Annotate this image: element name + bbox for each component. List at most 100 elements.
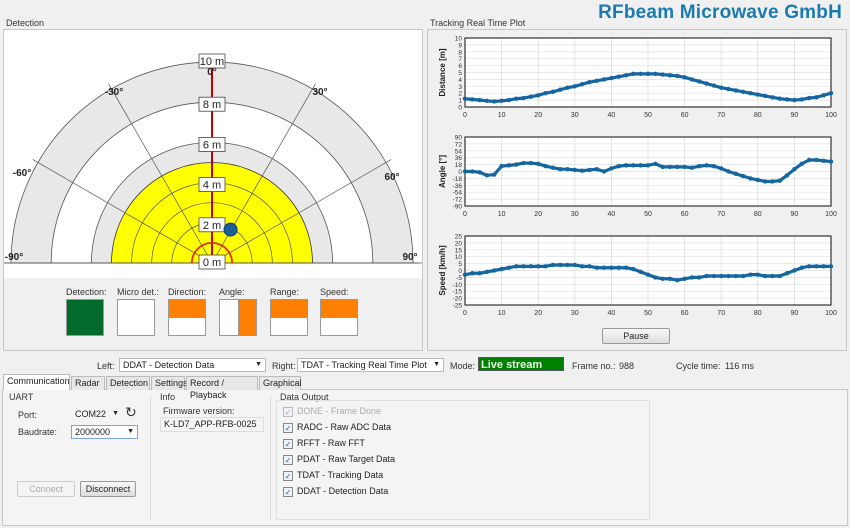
indicator-fill: [271, 300, 307, 318]
checkbox-icon[interactable]: ✓: [283, 470, 293, 481]
data-point: [514, 162, 519, 167]
connect-button[interactable]: Connect: [17, 481, 75, 497]
range-label: 8 m: [203, 99, 221, 111]
data-point: [704, 273, 709, 279]
x-tick-label: 70: [717, 310, 725, 317]
right-view-select[interactable]: TDAT - Tracking Real Time Plot ▼: [297, 358, 444, 372]
y-tick-label: 1: [458, 98, 462, 105]
data-point: [528, 264, 534, 269]
left-view-select[interactable]: DDAT - Detection Data ▼: [119, 358, 266, 372]
x-tick-label: 70: [717, 112, 725, 119]
mode-status: Live stream: [478, 357, 564, 371]
port-value: COM22: [75, 409, 107, 419]
data-point: [689, 275, 695, 280]
data-point: [762, 93, 768, 99]
data-point: [828, 264, 834, 269]
checkbox-icon[interactable]: ✓: [283, 406, 293, 417]
y-tick-label: -72: [453, 197, 463, 204]
tab-detection[interactable]: Detection: [106, 376, 150, 390]
data-point: [733, 88, 739, 93]
data-point: [675, 164, 680, 170]
range-label: 10 m: [200, 56, 224, 68]
data-point: [755, 272, 760, 277]
x-tick-label: 30: [571, 211, 579, 218]
data-point: [740, 173, 746, 179]
x-tick-label: 60: [681, 112, 689, 119]
refresh-icon[interactable]: ↻: [125, 404, 137, 421]
x-tick-label: 20: [534, 112, 542, 119]
right-label: Right:: [272, 361, 296, 371]
pause-button[interactable]: Pause: [602, 328, 670, 344]
angle-label: 0°: [207, 67, 217, 78]
checkbox-tdat[interactable]: ✓ TDAT - Tracking Data: [283, 470, 383, 481]
x-tick-label: 60: [681, 310, 689, 317]
y-tick-label: 9: [458, 42, 462, 49]
data-point: [514, 264, 519, 269]
data-point: [762, 273, 768, 279]
y-tick-label: 10: [455, 254, 463, 261]
indicator-microdet: [117, 299, 155, 336]
data-point: [814, 157, 819, 163]
tab-graphical[interactable]: Graphical: [259, 376, 302, 390]
data-point: [784, 97, 790, 102]
disconnect-button[interactable]: Disconnect: [80, 481, 136, 497]
y-tick-label: 0: [458, 268, 462, 275]
data-point: [572, 84, 577, 89]
data-point: [719, 273, 724, 279]
x-tick-label: 30: [571, 112, 579, 119]
port-select[interactable]: COM22 ▼: [71, 407, 123, 421]
tab-settings[interactable]: Settings: [151, 376, 188, 390]
data-point: [462, 272, 468, 277]
angle-label: -60°: [13, 168, 31, 179]
indicator-fill: [169, 300, 205, 318]
checkbox-ddat[interactable]: ✓ DDAT - Detection Data: [283, 486, 388, 497]
data-point: [719, 85, 724, 90]
y-tick-label: -54: [453, 190, 463, 197]
data-point: [660, 164, 665, 170]
checkbox-icon[interactable]: ✓: [283, 422, 293, 433]
tab-record-playback[interactable]: Record / Playback: [186, 376, 258, 400]
x-tick-label: 90: [791, 211, 799, 218]
data-point: [733, 273, 739, 279]
checkbox-radc[interactable]: ✓ RADC - Raw ADC Data: [283, 422, 391, 433]
data-point: [462, 96, 468, 101]
x-tick-label: 40: [608, 112, 616, 119]
checkbox-icon[interactable]: ✓: [283, 438, 293, 449]
y-axis-label: Distance [m]: [438, 48, 447, 96]
x-tick-label: 10: [498, 211, 506, 218]
data-point: [594, 78, 599, 83]
data-point: [499, 163, 504, 169]
tab-radar[interactable]: Radar: [71, 376, 105, 390]
data-point: [770, 179, 775, 184]
y-tick-label: 72: [455, 141, 463, 148]
data-point: [645, 163, 651, 168]
angle-label: 90°: [402, 252, 417, 263]
data-point: [587, 167, 592, 173]
data-point: [828, 159, 834, 164]
left-label: Left:: [97, 361, 115, 371]
checkbox-icon[interactable]: ✓: [283, 486, 293, 497]
data-point: [587, 264, 592, 269]
checkbox-rfft[interactable]: ✓ RFFT - Raw FFT: [283, 438, 365, 449]
cycle-label: Cycle time:: [676, 361, 721, 371]
data-point: [484, 98, 490, 103]
baudrate-select[interactable]: 2000000 ▼: [71, 425, 138, 439]
angle-label: -90°: [5, 252, 23, 263]
port-label: Port:: [18, 410, 38, 420]
data-point: [821, 93, 826, 98]
checkbox-done[interactable]: ✓ DONE - Frame Done: [283, 406, 381, 417]
y-tick-label: -5: [456, 275, 462, 282]
checkbox-pdat[interactable]: ✓ PDAT - Raw Target Data: [283, 454, 395, 465]
info-title: Info: [160, 392, 176, 402]
data-point: [616, 74, 621, 79]
tab-communication[interactable]: Communication: [3, 374, 70, 390]
mode-label: Mode:: [450, 361, 476, 371]
data-point: [682, 276, 687, 281]
indicator-label: Direction:: [168, 287, 207, 297]
data-point: [492, 99, 497, 104]
data-point: [740, 273, 746, 279]
y-tick-label: -18: [453, 176, 463, 183]
checkbox-icon[interactable]: ✓: [283, 454, 293, 465]
data-point: [477, 97, 482, 103]
checkbox-label: TDAT - Tracking Data: [297, 470, 384, 480]
